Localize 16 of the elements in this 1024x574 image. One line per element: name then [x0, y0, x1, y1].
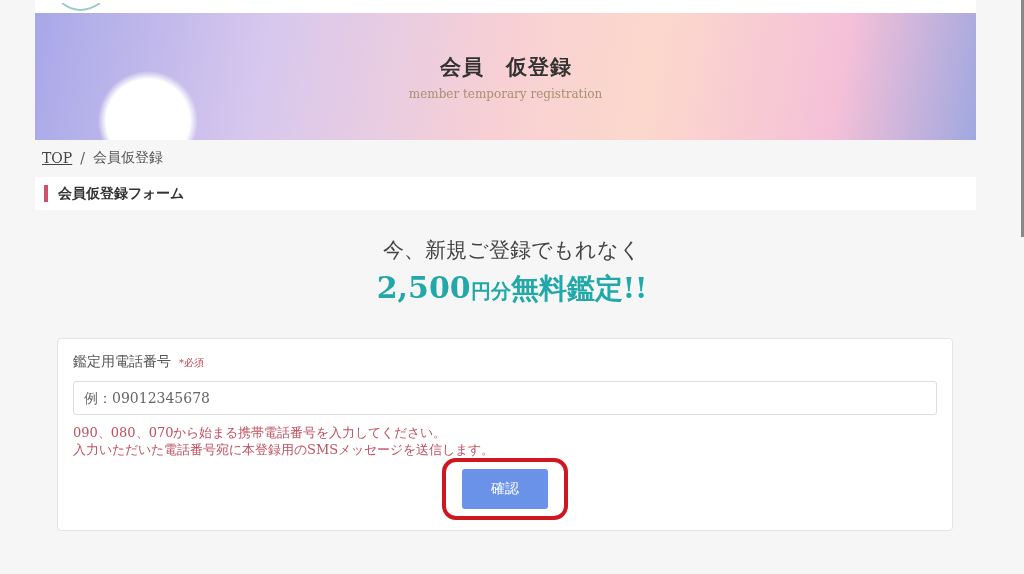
- promo-offer: 無料鑑定!!: [510, 272, 648, 305]
- banner-subtitle: member temporary registration: [408, 86, 603, 101]
- field-label: 鑑定用電話番号: [73, 353, 171, 371]
- breadcrumb-current: 会員仮登録: [92, 149, 163, 167]
- promo-unit: 円分: [470, 279, 511, 303]
- promo-text: 今、新規ご登録でもれなく: [382, 237, 642, 264]
- promo-amount: 2,500: [376, 270, 471, 305]
- help-text: 090、080、070から始まる携帯電話番号を入力してください。: [73, 424, 448, 441]
- breadcrumb-separator: /: [80, 150, 85, 166]
- help-text: 入力いただいた電話番号宛に本登録用のSMSメッセージを送信します。: [73, 441, 496, 458]
- section-heading: 会員仮登録フォーム: [58, 184, 184, 203]
- phone-input-field[interactable]: 例：09012345678: [73, 381, 937, 415]
- accent-bar: [44, 185, 48, 202]
- breadcrumb-link[interactable]: TOP: [42, 150, 73, 166]
- banner-title: 会員 仮登録: [439, 52, 572, 81]
- required-mark: *必須: [179, 356, 204, 370]
